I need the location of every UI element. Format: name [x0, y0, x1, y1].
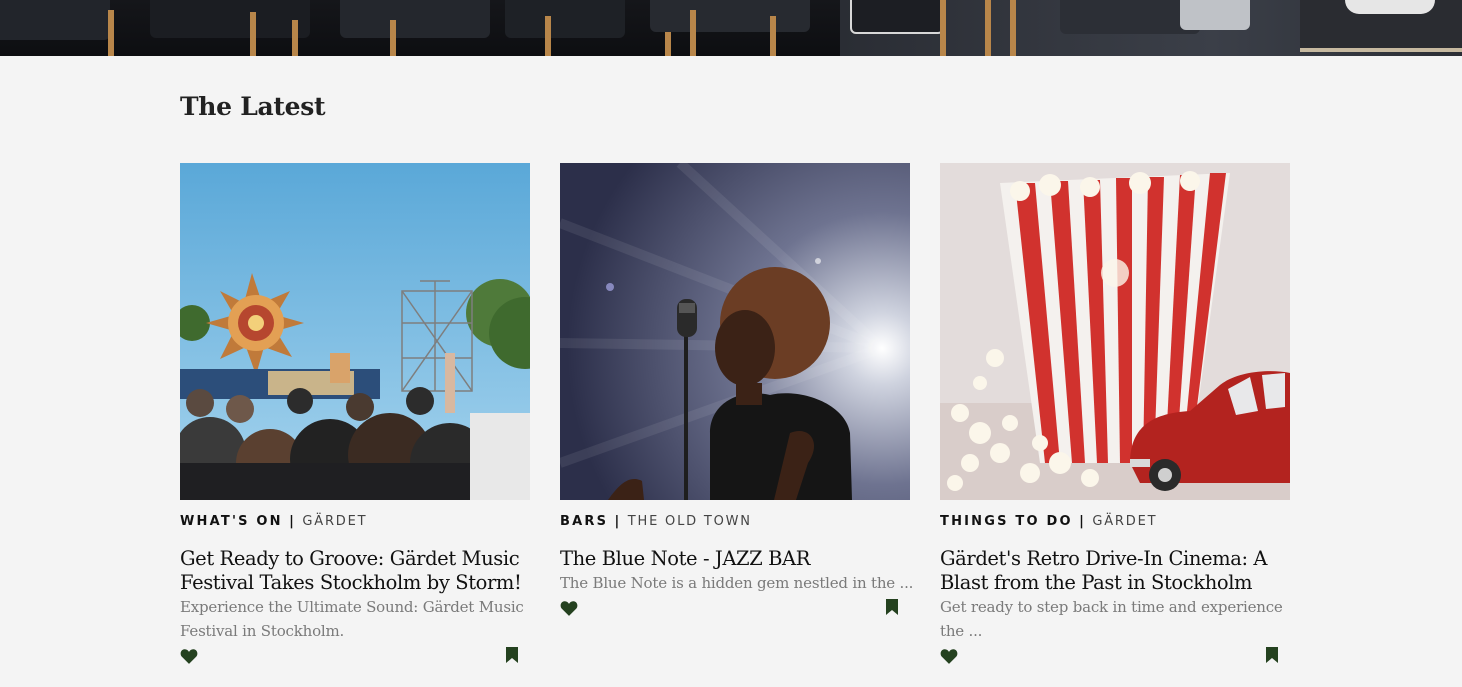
bookmark-icon[interactable]: [1266, 647, 1278, 663]
article-category[interactable]: THINGS TO DO: [940, 514, 1073, 529]
article-actions: [180, 645, 530, 669]
article-location[interactable]: GÄRDET: [1092, 514, 1157, 529]
meta-separator: |: [1079, 514, 1087, 529]
article-card[interactable]: THINGS TO DO | GÄRDET Gärdet's Retro Dri…: [940, 163, 1290, 669]
article-image[interactable]: [560, 163, 910, 500]
hero-banner-image: [0, 0, 1462, 56]
article-title[interactable]: Gärdet's Retro Drive-In Cinema: A Blast …: [940, 547, 1290, 595]
heart-icon[interactable]: [940, 648, 958, 664]
article-location[interactable]: GÄRDET: [302, 514, 367, 529]
article-category[interactable]: WHAT'S ON: [180, 514, 283, 529]
article-card[interactable]: WHAT'S ON | GÄRDET Get Ready to Groove: …: [180, 163, 530, 669]
article-actions: [940, 645, 1290, 669]
article-image[interactable]: [180, 163, 530, 500]
bookmark-icon[interactable]: [506, 647, 518, 663]
bookmark-icon[interactable]: [886, 599, 898, 615]
section-title: The Latest: [180, 92, 326, 121]
article-excerpt: Experience the Ultimate Sound: Gärdet Mu…: [180, 598, 524, 640]
article-location[interactable]: THE OLD TOWN: [628, 514, 752, 529]
article-meta: THINGS TO DO | GÄRDET: [940, 514, 1290, 529]
article-excerpt: The Blue Note is a hidden gem nestled in…: [560, 574, 914, 592]
article-meta: WHAT'S ON | GÄRDET: [180, 514, 530, 529]
article-title[interactable]: The Blue Note - JAZZ BAR: [560, 547, 910, 571]
heart-icon[interactable]: [560, 600, 578, 616]
article-actions: [560, 597, 910, 621]
article-title[interactable]: Get Ready to Groove: Gärdet Music Festiv…: [180, 547, 530, 595]
article-image[interactable]: [940, 163, 1290, 500]
meta-separator: |: [289, 514, 297, 529]
article-meta: BARS | THE OLD TOWN: [560, 514, 910, 529]
article-category[interactable]: BARS: [560, 514, 608, 529]
article-excerpt: Get ready to step back in time and exper…: [940, 598, 1283, 640]
meta-separator: |: [614, 514, 622, 529]
article-card[interactable]: BARS | THE OLD TOWN The Blue Note - JAZZ…: [560, 163, 914, 621]
heart-icon[interactable]: [180, 648, 198, 664]
